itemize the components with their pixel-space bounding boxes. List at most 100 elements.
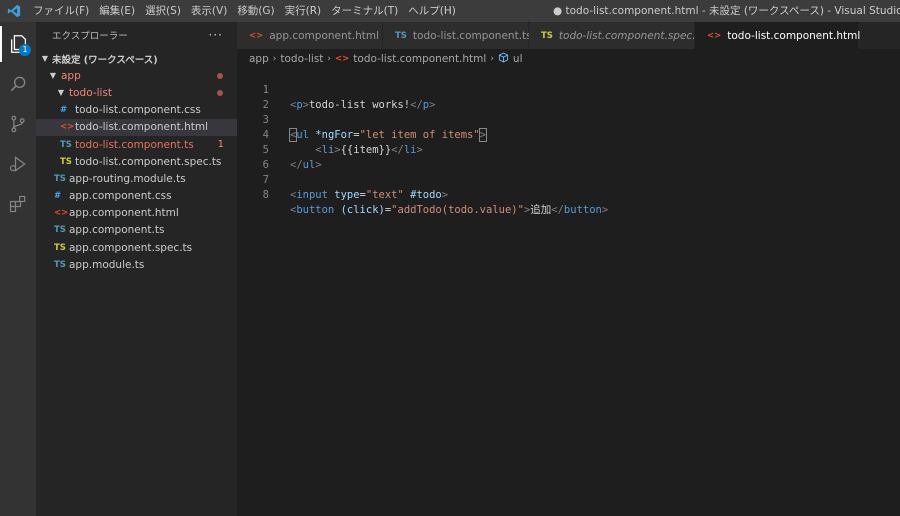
html-file-icon: <> bbox=[707, 30, 722, 41]
tab-label: todo-list.component.ts bbox=[412, 29, 532, 42]
menu-bar: ファイル(F) 編集(E) 選択(S) 表示(V) 移動(G) 実行(R) ター… bbox=[28, 0, 461, 22]
menu-selection[interactable]: 選択(S) bbox=[140, 0, 186, 22]
extensions-button[interactable] bbox=[0, 186, 36, 222]
chevron-down-icon: ▼ bbox=[41, 54, 49, 64]
tab-label: app.component.html bbox=[269, 29, 380, 42]
typescript-file-icon: TS bbox=[395, 30, 407, 41]
source-control-button[interactable] bbox=[0, 106, 36, 142]
file-app-component-html[interactable]: <> app.component.html bbox=[36, 205, 237, 222]
html-file-icon: <> bbox=[335, 54, 350, 64]
extensions-icon bbox=[9, 195, 26, 213]
file-app-component-ts[interactable]: TS app.component.ts bbox=[36, 222, 237, 239]
search-button[interactable] bbox=[0, 66, 36, 102]
typescript-file-icon: TS bbox=[60, 139, 72, 150]
chevron-right-icon: › bbox=[327, 54, 332, 64]
run-debug-button[interactable] bbox=[0, 146, 36, 182]
menu-edit[interactable]: 編集(E) bbox=[94, 0, 140, 22]
editor-tabs: <> app.component.html TS todo-list.compo… bbox=[237, 22, 900, 49]
tab-todo-list-component-spec-ts[interactable]: TS todo-list.component.spec.ts bbox=[529, 22, 705, 49]
file-todo-list-css[interactable]: # todo-list.component.css bbox=[36, 102, 237, 119]
file-app-component-css[interactable]: # app.component.css bbox=[36, 188, 237, 205]
activity-bar: 1 bbox=[0, 22, 36, 516]
line-content: <button (click)="addTodo(todo.value)">追加… bbox=[290, 204, 609, 216]
line-number: 8 bbox=[262, 189, 269, 201]
file-todo-list-ts[interactable]: TS todo-list.component.ts 1 bbox=[36, 136, 237, 153]
line-content: </ul> bbox=[290, 159, 322, 171]
tab-label: todo-list.component.html bbox=[727, 29, 861, 42]
code-editor[interactable]: 1 <p>todo-list works!</p> 2 3 <ul *ngFor… bbox=[237, 66, 900, 516]
code-line: 1 <p>todo-list works!</p> bbox=[237, 68, 436, 111]
breadcrumb-item[interactable]: ul bbox=[513, 53, 523, 65]
file-label: app.component.spec.ts bbox=[69, 241, 193, 254]
html-file-icon: <> bbox=[54, 208, 69, 219]
menu-help[interactable]: ヘルプ(H) bbox=[403, 0, 461, 22]
vscode-logo-icon bbox=[0, 0, 28, 22]
code-line: 2 bbox=[237, 83, 269, 111]
file-app-component-spec-ts[interactable]: TS app.component.spec.ts bbox=[36, 239, 237, 256]
window-title: ● todo-list.component.html - 未設定 (ワークスペー… bbox=[553, 5, 900, 17]
typescript-file-icon: TS bbox=[54, 173, 66, 184]
file-label: app.component.ts bbox=[69, 224, 165, 237]
file-todo-list-spec-ts[interactable]: TS todo-list.component.spec.ts bbox=[36, 153, 237, 170]
line-content: <ul *ngFor="let item of items"> bbox=[288, 128, 488, 142]
menu-terminal[interactable]: ターミナル(T) bbox=[326, 0, 403, 22]
search-icon bbox=[10, 76, 26, 92]
folder-app[interactable]: ▼ app bbox=[36, 67, 237, 84]
file-label: todo-list.component.spec.ts bbox=[75, 155, 222, 168]
explorer-header: エクスプローラー ··· bbox=[36, 22, 237, 48]
tab-label: todo-list.component.spec.ts bbox=[558, 29, 706, 42]
typescript-test-file-icon: TS bbox=[541, 30, 553, 41]
code-line: 3 <ul *ngFor="let item of items"> bbox=[237, 98, 488, 142]
file-label: app.module.ts bbox=[69, 258, 145, 271]
folder-label: app bbox=[61, 69, 81, 82]
line-content: <p>todo-list works!</p> bbox=[290, 99, 436, 111]
chevron-down-icon: ▼ bbox=[57, 88, 65, 98]
menu-file[interactable]: ファイル(F) bbox=[28, 0, 94, 22]
code-line: 7 <input type="text" #todo> bbox=[237, 158, 448, 201]
css-file-icon: # bbox=[54, 191, 62, 202]
breadcrumb-item[interactable]: app bbox=[249, 53, 269, 65]
file-todo-list-html[interactable]: <> todo-list.component.html bbox=[36, 118, 237, 136]
workspace-root[interactable]: ▼ 未設定 (ワークスペース) bbox=[36, 50, 237, 67]
menu-view[interactable]: 表示(V) bbox=[186, 0, 232, 22]
file-label: app-routing.module.ts bbox=[69, 172, 186, 185]
explorer-sidebar: エクスプローラー ··· ▼ 未設定 (ワークスペース) ▼ app ▼ tod… bbox=[36, 22, 237, 516]
menu-go[interactable]: 移動(G) bbox=[232, 0, 279, 22]
file-app-module-ts[interactable]: TS app.module.ts bbox=[36, 256, 237, 273]
run-debug-icon bbox=[9, 156, 26, 172]
chevron-right-icon: › bbox=[272, 54, 277, 64]
file-label: todo-list.component.css bbox=[75, 104, 201, 117]
cube-icon bbox=[498, 52, 509, 66]
folder-todo-list[interactable]: ▼ todo-list bbox=[36, 84, 237, 101]
code-line: 6 bbox=[237, 143, 269, 171]
source-control-icon bbox=[11, 115, 25, 133]
tab-app-component-html[interactable]: <> app.component.html bbox=[237, 22, 383, 49]
explorer-button[interactable]: 1 bbox=[0, 26, 36, 62]
breadcrumb-item[interactable]: todo-list bbox=[280, 53, 323, 65]
file-label: app.component.html bbox=[69, 207, 179, 220]
modified-dot bbox=[217, 89, 223, 96]
file-app-routing-module-ts[interactable]: TS app-routing.module.ts bbox=[36, 170, 237, 187]
modified-dot bbox=[217, 72, 223, 79]
chevron-down-icon: ▼ bbox=[49, 71, 57, 81]
title-bar: ファイル(F) 編集(E) 選択(S) 表示(V) 移動(G) 実行(R) ター… bbox=[0, 0, 900, 22]
tab-todo-list-component-html[interactable]: <> todo-list.component.html bbox=[695, 22, 861, 49]
line-content: <input type="text" #todo> bbox=[290, 189, 449, 201]
file-label: todo-list.component.ts bbox=[75, 138, 194, 151]
tab-todo-list-component-ts[interactable]: TS todo-list.component.ts bbox=[383, 22, 532, 49]
folder-label: todo-list bbox=[69, 86, 113, 99]
file-label: app.component.css bbox=[69, 190, 172, 203]
code-line: 4 <li>{{item}}</li> bbox=[237, 113, 423, 156]
menu-run[interactable]: 実行(R) bbox=[280, 0, 327, 22]
problem-count: 1 bbox=[217, 139, 224, 151]
html-file-icon: <> bbox=[60, 122, 75, 133]
breadcrumb-item[interactable]: todo-list.component.html bbox=[353, 53, 486, 65]
explorer-badge: 1 bbox=[19, 44, 31, 56]
typescript-file-icon: TS bbox=[54, 259, 66, 270]
line-content: <li>{{item}}</li> bbox=[315, 144, 423, 156]
typescript-test-file-icon: TS bbox=[54, 242, 66, 253]
typescript-test-file-icon: TS bbox=[60, 156, 72, 167]
typescript-file-icon: TS bbox=[54, 225, 66, 236]
more-actions-button[interactable]: ··· bbox=[209, 28, 223, 42]
workspace-label: 未設定 (ワークスペース) bbox=[52, 54, 158, 66]
